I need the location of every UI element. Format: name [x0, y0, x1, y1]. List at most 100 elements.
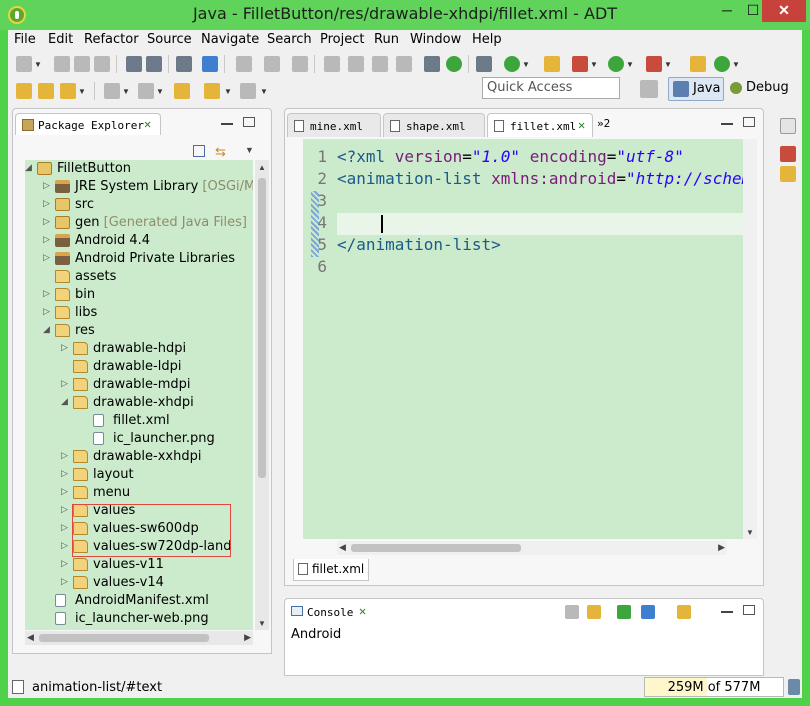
tab-package-explorer[interactable]: Package Explorer ✕ — [15, 113, 161, 135]
scroll-down-icon[interactable]: ▼ — [746, 528, 754, 537]
clear-console-icon[interactable] — [565, 605, 579, 619]
print-icon[interactable] — [94, 56, 110, 72]
previous-annotation-icon[interactable] — [138, 83, 154, 99]
menu-refactor[interactable]: Refactor — [84, 32, 139, 47]
perspective-java-button[interactable]: Java — [668, 77, 724, 101]
maximize-editor-icon[interactable] — [743, 117, 755, 127]
editor-horizontal-scroll-thumb[interactable] — [351, 544, 521, 552]
suspend-icon[interactable] — [348, 56, 364, 72]
tab-fillet-xml[interactable]: fillet.xml ✕ — [487, 113, 593, 137]
tree-item[interactable]: ▷ bin — [25, 286, 253, 304]
minimize-view-icon[interactable] — [721, 611, 733, 613]
open-perspective-icon[interactable] — [640, 80, 658, 98]
tree-item[interactable]: ▷ layout — [25, 466, 253, 484]
tree-item[interactable]: drawable-ldpi — [25, 358, 253, 376]
scroll-right-icon[interactable]: ▶ — [718, 542, 725, 553]
new-java-class-icon[interactable] — [714, 56, 730, 72]
debug-icon[interactable] — [572, 56, 588, 72]
external-tools-icon[interactable] — [646, 56, 662, 72]
tree-item[interactable]: AndroidManifest.xml — [25, 592, 253, 610]
resume-icon[interactable] — [324, 56, 340, 72]
tree-item[interactable]: fillet.xml — [25, 412, 253, 430]
scroll-lock-icon[interactable] — [587, 605, 601, 619]
collapsed-arrow-icon[interactable]: ▷ — [43, 235, 50, 245]
code-editor[interactable]: 123456 <?xml version="1.0" encoding="utf… — [303, 139, 743, 539]
search-tool-icon[interactable] — [60, 83, 76, 99]
collapsed-arrow-icon[interactable]: ▷ — [61, 577, 68, 587]
scroll-right-icon[interactable]: ▶ — [244, 632, 251, 643]
open-folder-icon[interactable] — [38, 83, 54, 99]
tree-item[interactable]: ▷ Android Private Libraries — [25, 250, 253, 268]
minimize-editor-icon[interactable] — [721, 123, 733, 125]
scroll-left-icon[interactable]: ◀ — [339, 542, 346, 553]
close-view-icon[interactable]: ✕ — [359, 604, 366, 618]
tree-item[interactable]: ◢ drawable-xhdpi — [25, 394, 253, 412]
display-console-icon[interactable] — [641, 605, 655, 619]
forward-icon[interactable] — [240, 83, 256, 99]
close-view-icon[interactable]: ✕ — [144, 117, 151, 131]
tree-item[interactable]: ▷ gen [Generated Java Files] — [25, 214, 253, 232]
scroll-left-icon[interactable]: ◀ — [27, 632, 34, 643]
new-icon[interactable] — [16, 56, 32, 72]
tree-item[interactable]: ▷ drawable-hdpi — [25, 340, 253, 358]
open-project-icon[interactable] — [16, 83, 32, 99]
tree-item[interactable]: ▷ values-v14 — [25, 574, 253, 592]
tree-vertical-scroll-thumb[interactable] — [258, 178, 266, 478]
tab-source-fillet-xml[interactable]: fillet.xml — [293, 559, 369, 581]
problems-icon[interactable] — [780, 146, 796, 162]
javadoc-icon[interactable] — [780, 166, 796, 182]
disconnect-icon[interactable] — [396, 56, 412, 72]
collapsed-arrow-icon[interactable]: ▷ — [61, 469, 68, 479]
collapsed-arrow-icon[interactable]: ▷ — [43, 181, 50, 191]
tree-item[interactable]: ◢ FilletButton — [25, 160, 253, 178]
close-button[interactable]: ✕ — [762, 0, 806, 22]
run-icon[interactable] — [608, 56, 624, 72]
new-java-package-icon[interactable] — [690, 56, 706, 72]
close-tab-icon[interactable]: ✕ — [578, 118, 585, 132]
open-resource-icon[interactable] — [146, 56, 162, 72]
android-sdk-manager-icon[interactable] — [424, 56, 440, 72]
collapsed-arrow-icon[interactable]: ▷ — [43, 307, 50, 317]
collapsed-arrow-icon[interactable]: ▷ — [43, 199, 50, 209]
collapsed-arrow-icon[interactable]: ▷ — [61, 523, 68, 533]
collapsed-arrow-icon[interactable]: ▷ — [61, 487, 68, 497]
view-menu-chevron-down-icon[interactable]: ▼ — [245, 145, 254, 155]
editor-horizontal-scrollbar[interactable]: ◀ ▶ — [337, 541, 727, 555]
save-icon[interactable] — [54, 56, 70, 72]
redo-icon[interactable] — [264, 56, 280, 72]
collapsed-arrow-icon[interactable]: ▷ — [43, 289, 50, 299]
collapsed-arrow-icon[interactable]: ▷ — [61, 559, 68, 569]
next-annotation-icon[interactable] — [104, 83, 120, 99]
new-android-project-icon[interactable] — [544, 56, 560, 72]
lint-icon[interactable] — [476, 56, 492, 72]
run-lint-check-icon[interactable] — [504, 56, 520, 72]
menu-edit[interactable]: Edit — [48, 32, 73, 47]
undo-icon[interactable] — [236, 56, 252, 72]
perspective-debug-button[interactable]: Debug — [728, 77, 798, 101]
collapsed-arrow-icon[interactable]: ▷ — [61, 343, 68, 353]
heap-status[interactable]: 259M of 577M — [644, 677, 784, 697]
back-icon[interactable] — [204, 83, 220, 99]
menu-project[interactable]: Project — [320, 32, 364, 47]
tree-vertical-scrollbar[interactable]: ▲ ▼ — [255, 160, 269, 630]
tree-item[interactable]: ▷ JRE System Library [OSGi/Mi — [25, 178, 253, 196]
tree-horizontal-scroll-thumb[interactable] — [39, 634, 209, 642]
code-line[interactable]: <animation-list xmlns:android="http://sc… — [337, 169, 743, 188]
tree-item[interactable]: ▷ menu — [25, 484, 253, 502]
tree-item[interactable]: ▷ values-v11 — [25, 556, 253, 574]
quick-access-input[interactable]: Quick Access — [482, 77, 620, 99]
tab-shape-xml[interactable]: shape.xml — [383, 113, 485, 137]
expanded-arrow-icon[interactable]: ◢ — [43, 325, 50, 335]
menu-help[interactable]: Help — [472, 32, 502, 47]
tree-item[interactable]: assets — [25, 268, 253, 286]
tree-item[interactable]: ▷ src — [25, 196, 253, 214]
collapse-all-icon[interactable] — [193, 145, 205, 157]
step-return-icon[interactable] — [292, 56, 308, 72]
collapsed-arrow-icon[interactable]: ▷ — [61, 505, 68, 515]
menu-source[interactable]: Source — [147, 32, 192, 47]
minimize-button[interactable]: ─ — [714, 0, 740, 22]
tree-item[interactable]: ic_launcher-web.png — [25, 610, 253, 628]
title-bar[interactable]: Java - FilletButton/res/drawable-xhdpi/f… — [0, 0, 810, 30]
toggle-mark-occurrences-icon[interactable] — [202, 56, 218, 72]
menu-window[interactable]: Window — [410, 32, 461, 47]
